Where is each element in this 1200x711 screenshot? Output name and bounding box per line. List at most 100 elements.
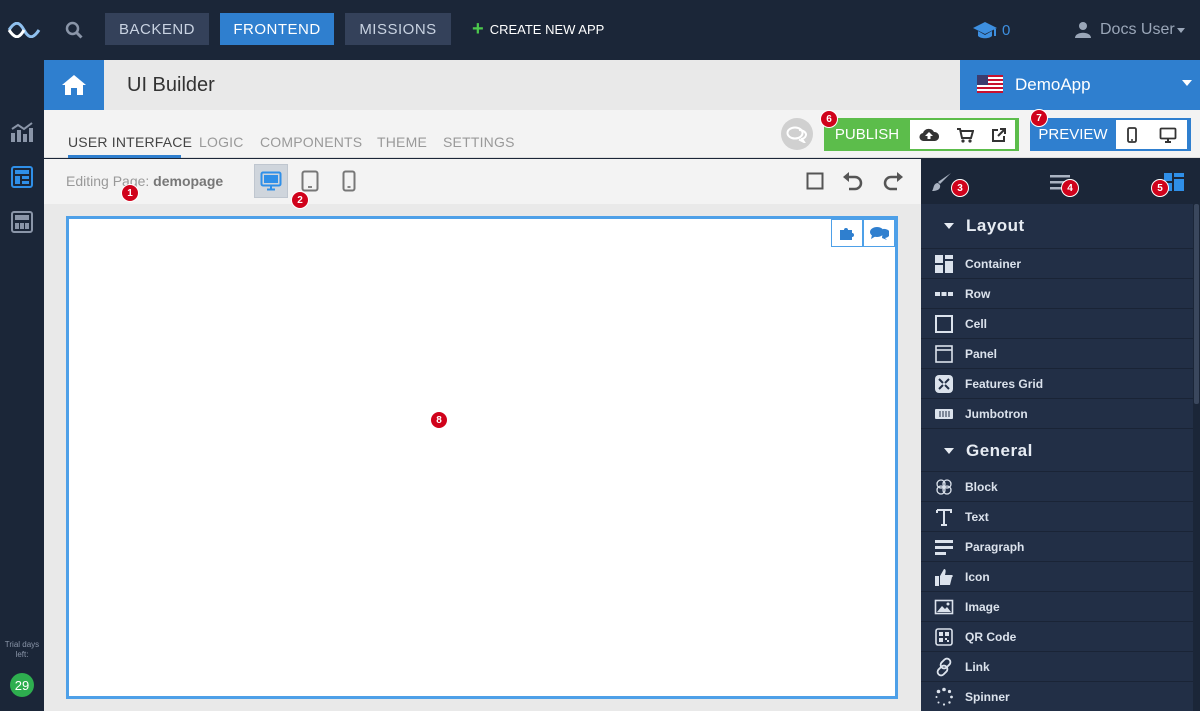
top-bar: BACKEND FRONTEND MISSIONS + CREATE NEW A… <box>0 0 1200 60</box>
redo-button[interactable] <box>880 168 906 194</box>
trial-days-count[interactable]: 29 <box>10 673 34 697</box>
tab-components[interactable]: COMPONENTS <box>260 134 362 150</box>
paint-brush-icon <box>932 173 951 191</box>
callout-badge-6: 6 <box>820 110 838 128</box>
tab-logic[interactable]: LOGIC <box>199 134 244 150</box>
preview-tools <box>1116 120 1187 149</box>
app-name: DemoApp <box>1015 75 1091 94</box>
component-image[interactable]: Image <box>921 591 1193 621</box>
section-layout-header[interactable]: Layout <box>921 204 1193 248</box>
search-icon[interactable] <box>58 14 90 46</box>
component-label: Image <box>965 599 1000 614</box>
callout-badge-8: 8 <box>430 411 448 429</box>
create-new-app-button[interactable]: + CREATE NEW APP <box>472 13 604 45</box>
undo-icon <box>843 172 863 191</box>
component-features-grid[interactable]: Features Grid <box>921 368 1193 398</box>
publish-group: PUBLISH <box>824 118 1019 151</box>
callout-badge-1: 1 <box>121 184 139 202</box>
create-new-app-label: CREATE NEW APP <box>489 21 605 37</box>
page-title: UI Builder <box>127 74 215 96</box>
components-panel: Layout Container Row Cell Panel Features… <box>921 204 1193 711</box>
preview-group: PREVIEW <box>1030 118 1191 151</box>
component-cell[interactable]: Cell <box>921 308 1193 338</box>
comments-icon <box>870 227 889 240</box>
component-row[interactable]: Row <box>921 278 1193 308</box>
component-spinner[interactable]: Spinner <box>921 681 1193 711</box>
phone-icon <box>342 170 356 192</box>
section-title: Layout <box>966 216 1025 235</box>
home-icon <box>62 75 86 95</box>
component-label: Text <box>965 509 989 524</box>
component-label: Link <box>965 659 990 674</box>
features-grid-icon <box>933 373 955 395</box>
component-block[interactable]: Block <box>921 471 1193 501</box>
editing-page-name: demopage <box>153 173 224 189</box>
cloud-upload-icon[interactable] <box>919 127 939 143</box>
dashboard-chart-icon[interactable] <box>8 118 36 146</box>
redo-icon <box>883 172 903 191</box>
component-label: Spinner <box>965 689 1010 704</box>
backendless-logo-icon[interactable] <box>6 14 42 46</box>
component-link[interactable]: Link <box>921 651 1193 681</box>
device-desktop-button[interactable] <box>254 164 288 198</box>
graduation-cap-icon <box>973 22 997 39</box>
callout-badge-5: 5 <box>1151 179 1169 197</box>
callout-badge-2: 2 <box>291 191 309 209</box>
tab-settings[interactable]: SETTINGS <box>443 134 515 150</box>
component-label: Icon <box>965 569 990 584</box>
home-button[interactable] <box>44 60 104 110</box>
component-jumbotron[interactable]: Jumbotron <box>921 398 1193 428</box>
editing-page-label: Editing Page: demopage <box>66 173 223 189</box>
component-qr-code[interactable]: QR Code <box>921 621 1193 651</box>
canvas-logic-button[interactable] <box>831 219 863 247</box>
left-sidebar <box>0 60 44 711</box>
user-menu[interactable]: Docs User <box>1074 14 1185 46</box>
chat-bubbles-icon <box>786 126 807 143</box>
user-name: Docs User <box>1100 21 1175 38</box>
nav-backend-button[interactable]: BACKEND <box>105 13 209 45</box>
desktop-preview-icon[interactable] <box>1159 127 1177 143</box>
chevron-down-icon <box>1176 27 1185 33</box>
nav-frontend-button[interactable]: FRONTEND <box>220 13 334 45</box>
canvas-comments-button[interactable] <box>863 219 895 247</box>
caret-down-icon <box>944 223 954 229</box>
undo-button[interactable] <box>840 168 866 194</box>
active-tab-indicator <box>68 155 181 158</box>
device-phone-button[interactable] <box>332 164 366 198</box>
app-selector[interactable]: DemoApp <box>960 60 1200 110</box>
comments-button[interactable] <box>781 118 813 150</box>
section-title: General <box>966 440 1033 460</box>
component-label: Block <box>965 479 998 494</box>
component-label: Paragraph <box>965 539 1025 554</box>
education-button[interactable]: 0 <box>972 16 1010 44</box>
shopping-cart-icon[interactable] <box>956 127 974 143</box>
callout-badge-4: 4 <box>1061 179 1079 197</box>
external-link-icon[interactable] <box>991 127 1007 143</box>
section-general-header[interactable]: General <box>921 428 1193 472</box>
paragraph-icon <box>933 536 955 558</box>
mobile-preview-icon[interactable] <box>1126 126 1138 143</box>
ui-builder-icon[interactable] <box>8 163 36 191</box>
tab-theme[interactable]: THEME <box>377 134 427 150</box>
editing-page-prefix: Editing Page: <box>66 173 154 189</box>
row-icon <box>933 283 955 305</box>
component-icon[interactable]: Icon <box>921 561 1193 591</box>
component-container[interactable]: Container <box>921 248 1193 278</box>
select-frame-button[interactable] <box>802 168 828 194</box>
canvas-tools <box>831 219 895 247</box>
component-paragraph[interactable]: Paragraph <box>921 531 1193 561</box>
block-icon <box>933 476 955 498</box>
component-text[interactable]: Text <box>921 501 1193 531</box>
component-label: Row <box>965 286 991 301</box>
chevron-down-icon <box>1182 80 1192 86</box>
desktop-icon <box>260 171 282 191</box>
nav-missions-button[interactable]: MISSIONS <box>345 13 451 45</box>
container-icon <box>933 253 955 275</box>
tab-user-interface[interactable]: USER INTERFACE <box>68 134 192 150</box>
education-count: 0 <box>1002 21 1011 39</box>
page-canvas[interactable] <box>66 216 898 699</box>
component-panel[interactable]: Panel <box>921 338 1193 368</box>
layout-grid-icon[interactable] <box>8 208 36 236</box>
square-icon <box>806 172 824 190</box>
panel-scrollbar-thumb[interactable] <box>1194 204 1199 404</box>
